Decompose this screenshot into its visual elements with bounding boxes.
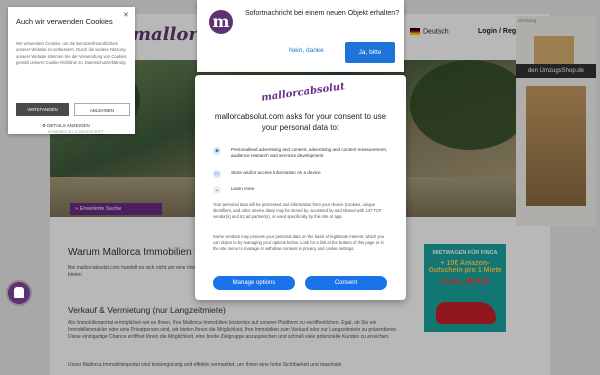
push-message: Sofortnachricht bei einem neuen Objekt e…	[245, 10, 400, 17]
person-icon: ☻	[213, 147, 221, 155]
purpose-text: Store and/or access information on a dev…	[231, 170, 321, 175]
push-accept-button[interactable]: Ja, bitte	[345, 42, 395, 63]
consent-body-text: Some vendors may process your personal d…	[213, 234, 385, 251]
purpose-text: Personalised advertising and content, ad…	[231, 147, 388, 158]
brand-logo-icon: m	[209, 10, 233, 34]
close-icon[interactable]: ✕	[123, 11, 129, 19]
push-decline-button[interactable]: Nein, danke	[289, 47, 324, 54]
consent-dialog: mallorcabsolut mallorcabsolut.com asks f…	[195, 75, 406, 300]
purpose-item: ☻ Personalised advertising and content, …	[213, 147, 388, 159]
purpose-item: ▭ Store and/or access information on a d…	[213, 170, 388, 178]
cookie-text: Wir verwenden Cookies, um die Benutzerfr…	[16, 41, 127, 65]
page: mallorcabsolut Deutsch Login / Regi » Er…	[0, 0, 600, 375]
consent-title: mallorcabsolut.com asks for your consent…	[214, 112, 387, 132]
push-notification-prompt: m Sofortnachricht bei einem neuen Objekt…	[197, 0, 404, 72]
chat-bubble-button[interactable]	[8, 282, 30, 304]
cookie-accept-button[interactable]: VERSTANDEN	[16, 103, 69, 116]
cookie-powered-by: POWERED BY COOKIESCRIPT	[48, 130, 104, 134]
consent-logo: mallorcabsolut	[260, 81, 346, 104]
cookie-banner: Auch wir verwenden Cookies ✕ Wir verwend…	[8, 7, 135, 134]
cookie-details-link[interactable]: ⚙ DETAILS ANZEIGEN	[42, 123, 90, 129]
device-icon: ▭	[213, 170, 221, 178]
consent-button[interactable]: Consent	[305, 276, 387, 290]
chevron-down-icon: ⌄	[213, 186, 221, 194]
cookie-title: Auch wir verwenden Cookies	[16, 17, 113, 26]
learn-more-label: Learn more	[231, 186, 255, 191]
manage-options-button[interactable]: Manage options	[213, 276, 295, 290]
cookie-reject-button[interactable]: ABLEHNEN	[74, 103, 130, 116]
consent-body-text: Your personal data will be processed and…	[213, 202, 382, 219]
chat-icon	[14, 287, 24, 298]
learn-more-toggle[interactable]: ⌄ Learn more	[213, 186, 388, 194]
